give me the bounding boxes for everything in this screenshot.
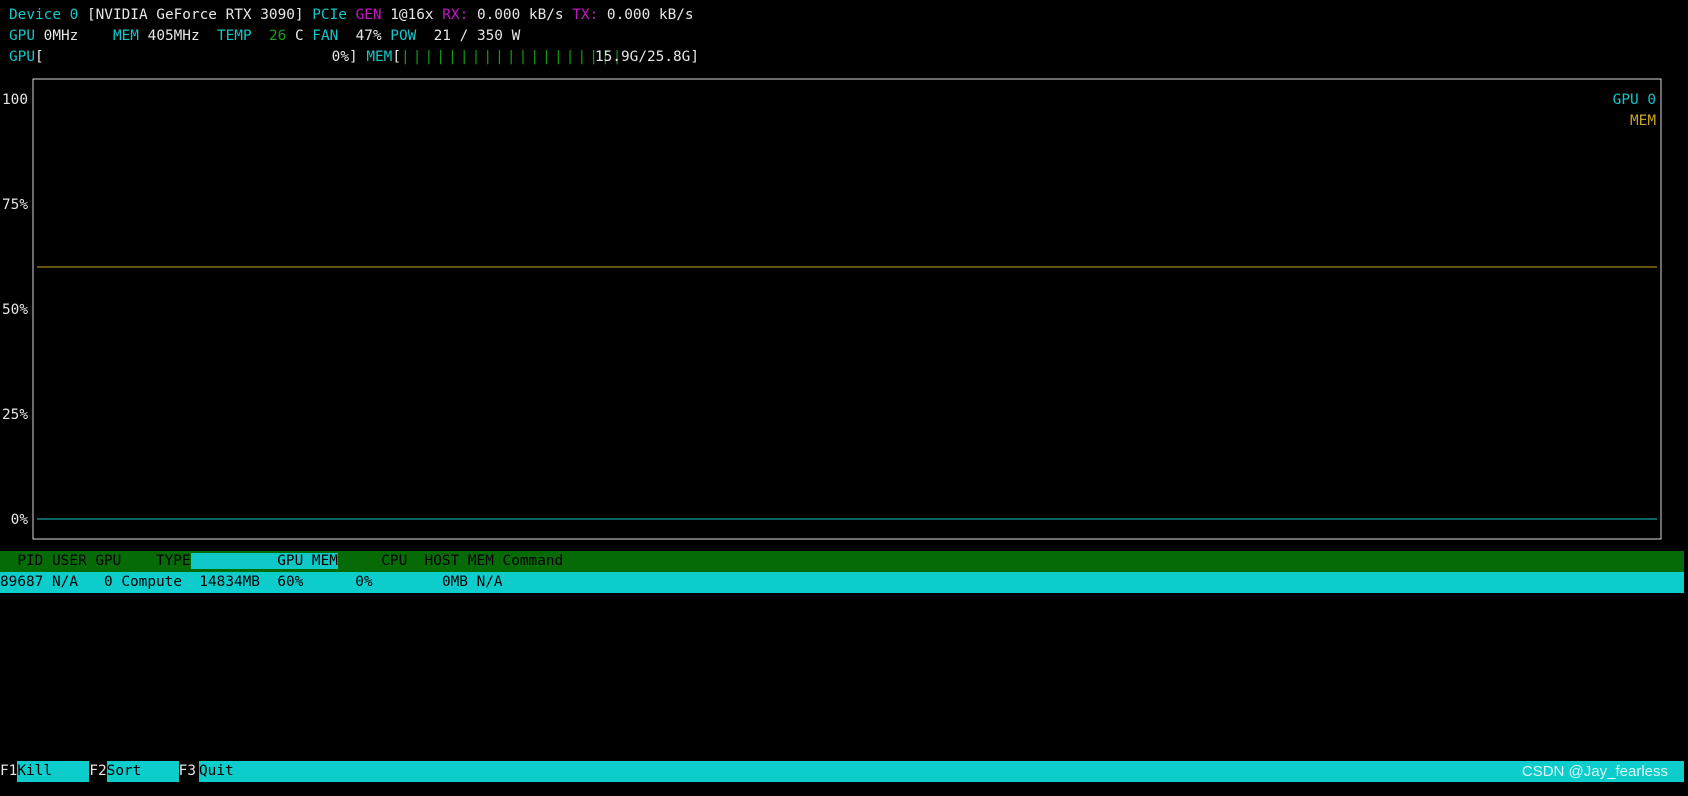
watermark: CSDN @Jay_fearless <box>1521 763 1668 780</box>
device-label: Device 0 <box>9 7 79 23</box>
rx-value: 0.000 kB/s <box>476 7 564 23</box>
cell-type: Compute <box>121 574 182 590</box>
f1-key: F1 <box>0 763 18 779</box>
gen-label: GEN <box>355 7 382 23</box>
mem-gauge-open: [ <box>392 49 402 65</box>
quit-button-bar[interactable]: Quit <box>199 761 1684 782</box>
cell-cpu: 0% <box>355 574 373 590</box>
col-header-host-mem[interactable]: HOST MEM <box>407 553 494 569</box>
col-header-gpu-mem-selected[interactable]: GPU MEM <box>190 553 338 569</box>
cell-command: N/A <box>476 574 503 590</box>
quit-button[interactable]: Quit <box>199 763 234 779</box>
gpu-clock-label: GPU <box>9 28 35 44</box>
temp-value: 26 <box>268 28 287 44</box>
legend-entry: GPU 0 <box>1613 92 1656 108</box>
col-header-user[interactable]: USER <box>43 553 87 569</box>
pow-label: POW <box>390 28 417 44</box>
col-header-command[interactable]: Command <box>494 553 564 569</box>
temp-label: TEMP <box>216 28 252 44</box>
gpu-gauge-value: 0%] <box>331 49 358 65</box>
col-header-gpu-mem: GPU MEM <box>225 553 338 569</box>
f3-key: F3 <box>178 763 196 779</box>
cell-pid: 89687 <box>0 574 44 590</box>
gauge-line: GPU[0%] MEM[|||||||||||||||||||15.9G/25.… <box>9 47 699 68</box>
y-tick-label: 75% <box>2 197 28 213</box>
gpu-gauge-label: GPU <box>9 49 35 65</box>
cell-gpu-mem-pct: 60% <box>277 574 304 590</box>
pow-value: 21 / 350 W <box>433 28 521 44</box>
process-table-header: PID USER GPU TYPE GPU MEM CPU HOST MEM C… <box>0 551 1684 572</box>
gpu-clock-value: 0MHz <box>43 28 79 44</box>
y-tick-label: 50% <box>2 302 28 318</box>
sort-button[interactable]: Sort <box>106 761 179 782</box>
f2-key: F2 <box>89 763 107 779</box>
gpu-gauge-open: [ <box>35 49 44 65</box>
col-header-pid[interactable]: PID <box>0 553 43 569</box>
col-header-cpu[interactable]: CPU <box>338 553 407 569</box>
cell-host-mem: 0MB <box>441 574 468 590</box>
col-header-type[interactable]: TYPE <box>121 553 191 569</box>
cell-gpu-mem: 14834MB <box>199 574 260 590</box>
mem-gauge-bars: ||||||||||||||||||| <box>401 49 625 65</box>
gen-value: 1@16x <box>390 7 434 23</box>
rx-label: RX: <box>442 7 469 23</box>
mem-gauge-value: 15.9G/25.8G] <box>595 49 699 65</box>
fan-value: 47% <box>355 28 382 44</box>
tx-label: TX: <box>572 7 599 23</box>
mem-clock-value: 405MHz <box>147 28 200 44</box>
clock-info-line: GPU 0MHz MEM 405MHz TEMP 26 C FAN 47% PO… <box>9 26 520 47</box>
mem-clock-label: MEM <box>112 28 139 44</box>
fan-label: FAN <box>312 28 339 44</box>
mem-gauge-label: MEM <box>366 49 393 65</box>
device-info-line: Device 0 [NVIDIA GeForce RTX 3090] PCIe … <box>9 5 694 26</box>
device-name: [NVIDIA GeForce RTX 3090] <box>86 7 304 23</box>
y-tick-label: 100 <box>2 92 28 108</box>
legend-entry: MEM <box>1630 113 1656 129</box>
utilization-chart: 100 75% 50% 25% 0% GPU 0 MEM <box>2 78 1662 540</box>
col-header-gpu[interactable]: GPU <box>87 553 121 569</box>
kill-button[interactable]: Kill <box>17 761 90 782</box>
function-key-bar: F1Kill F2Sort F3 Quit CSDN @Jay_fearless <box>0 761 1684 782</box>
col-header-pad <box>191 553 226 569</box>
temp-unit: C <box>294 28 304 44</box>
y-tick-label: 0% <box>11 512 29 528</box>
tx-value: 0.000 kB/s <box>606 7 694 23</box>
mem-gauge-track: ||||||||||||||||||| <box>401 47 621 68</box>
y-tick-label: 25% <box>2 407 28 423</box>
cell-gpu: 0 <box>104 574 113 590</box>
cell-user: N/A <box>52 574 78 590</box>
table-row[interactable]: 89687 N/A 0 Compute 14834MB 60% 0% 0MB N… <box>0 572 1684 593</box>
pcie-label: PCIe <box>312 7 347 23</box>
chart-frame <box>32 78 1662 540</box>
